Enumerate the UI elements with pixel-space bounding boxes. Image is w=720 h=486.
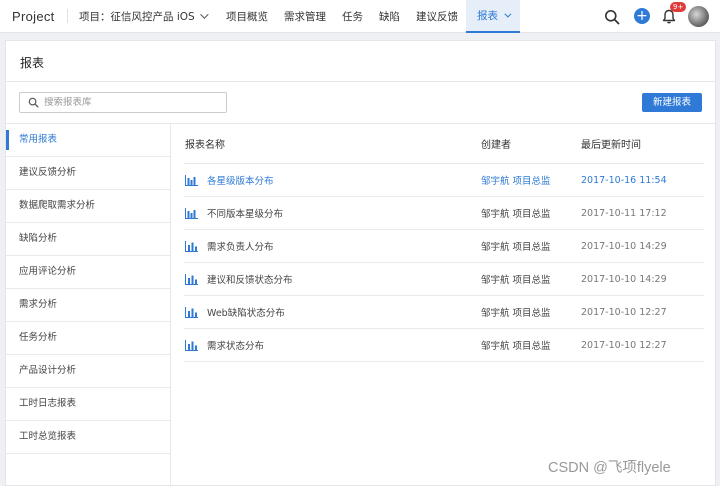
table-row[interactable]: 需求负责人分布 邹宇航 项目总监 2017-10-10 14:29 <box>184 230 704 263</box>
report-category-sidebar: 常用报表 建议反馈分析 数据爬取需求分析 缺陷分析 应用评论分析 需求分析 任务… <box>6 124 171 486</box>
nav-tasks[interactable]: 任务 <box>334 0 371 33</box>
page-title: 报表 <box>20 56 45 70</box>
chevron-down-icon <box>504 10 512 18</box>
sidebar-item-worklog-report[interactable]: 工时日志报表 <box>6 388 170 421</box>
top-navigation-bar: Project 项目：征信风控产品 iOS 项目概览 需求管理 任务 缺陷 建议… <box>0 0 720 33</box>
report-creator: 邹宇航 项目总监 <box>481 275 551 286</box>
bar-chart-icon <box>185 339 198 351</box>
table-row[interactable]: Web缺陷状态分布 邹宇航 项目总监 2017-10-10 12:27 <box>184 296 704 329</box>
report-name[interactable]: 建议和反馈状态分布 <box>207 272 293 286</box>
report-updated-time: 2017-10-10 12:27 <box>581 306 667 318</box>
table-row[interactable]: 建议和反馈状态分布 邹宇航 项目总监 2017-10-10 14:29 <box>184 263 704 296</box>
sidebar-item-work-hours-overview[interactable]: 工时总览报表 <box>6 421 170 454</box>
main-nav: 项目概览 需求管理 任务 缺陷 建议反馈 报表 <box>218 0 520 33</box>
report-updated-time: 2017-10-10 12:27 <box>581 339 667 351</box>
bar-chart-icon <box>185 306 198 318</box>
reports-panel: 报表 新建报表 常用报表 建议反馈分析 数据爬取需求分析 缺陷分析 应用评论分析… <box>5 40 717 486</box>
report-name[interactable]: 不同版本星级分布 <box>207 206 283 220</box>
report-name-cell: 建议和反馈状态分布 <box>184 272 481 286</box>
new-report-button[interactable]: 新建报表 <box>642 93 702 112</box>
notification-badge: 9+ <box>670 2 687 12</box>
report-name-cell: 各星级版本分布 <box>184 173 481 187</box>
report-name[interactable]: 需求状态分布 <box>207 338 264 352</box>
nav-reports[interactable]: 报表 <box>466 0 520 33</box>
report-creator: 邹宇航 项目总监 <box>481 308 551 319</box>
report-updated-time: 2017-10-16 11:54 <box>581 174 667 186</box>
nav-reports-label: 报表 <box>477 9 498 22</box>
search-field[interactable] <box>19 92 227 113</box>
search-icon[interactable] <box>604 9 620 25</box>
report-name[interactable]: Web缺陷状态分布 <box>207 305 285 319</box>
column-header-updated: 最后更新时间 <box>581 140 641 151</box>
nav-defects[interactable]: 缺陷 <box>371 0 408 33</box>
search-icon <box>28 97 39 108</box>
avatar[interactable] <box>688 6 709 27</box>
sidebar-item-app-review-analysis[interactable]: 应用评论分析 <box>6 256 170 289</box>
chevron-down-icon <box>199 10 209 19</box>
reports-table: 报表名称 创建者 最后更新时间 各星级版本分布 邹宇航 项目总监 2017-10… <box>184 124 704 362</box>
sidebar-item-common-reports[interactable]: 常用报表 <box>6 124 170 157</box>
grouped-bar-chart-icon <box>185 207 198 219</box>
column-header-name: 报表名称 <box>185 140 225 151</box>
search-input[interactable] <box>44 97 214 108</box>
add-icon[interactable]: + <box>634 8 650 24</box>
report-name[interactable]: 各星级版本分布 <box>207 173 274 187</box>
report-updated-time: 2017-10-10 14:29 <box>581 273 667 285</box>
project-label: 项目：征信风控产品 iOS <box>79 10 195 23</box>
bar-chart-icon <box>185 273 198 285</box>
table-row[interactable]: 需求状态分布 邹宇航 项目总监 2017-10-10 12:27 <box>184 329 704 362</box>
table-header: 报表名称 创建者 最后更新时间 <box>184 124 704 164</box>
report-name-cell: 不同版本星级分布 <box>184 206 481 220</box>
table-row[interactable]: 各星级版本分布 邹宇航 项目总监 2017-10-16 11:54 <box>184 164 704 197</box>
brand-logo[interactable]: Project <box>0 9 67 24</box>
sidebar-item-defect-analysis[interactable]: 缺陷分析 <box>6 223 170 256</box>
report-name-cell: Web缺陷状态分布 <box>184 305 481 319</box>
sidebar-item-crawl-requirement-analysis[interactable]: 数据爬取需求分析 <box>6 190 170 223</box>
report-creator: 邹宇航 项目总监 <box>481 242 551 253</box>
nav-feedback[interactable]: 建议反馈 <box>408 0 466 33</box>
nav-requirements[interactable]: 需求管理 <box>276 0 334 33</box>
watermark-text: CSDN @飞项flyele <box>548 460 671 476</box>
report-name-cell: 需求负责人分布 <box>184 239 481 253</box>
table-row[interactable]: 不同版本星级分布 邹宇航 项目总监 2017-10-11 17:12 <box>184 197 704 230</box>
report-name[interactable]: 需求负责人分布 <box>207 239 274 253</box>
nav-overview[interactable]: 项目概览 <box>218 0 276 33</box>
report-updated-time: 2017-10-11 17:12 <box>581 207 667 219</box>
sidebar-item-design-analysis[interactable]: 产品设计分析 <box>6 355 170 388</box>
sidebar-item-requirement-analysis[interactable]: 需求分析 <box>6 289 170 322</box>
report-name-cell: 需求状态分布 <box>184 338 481 352</box>
sidebar-item-feedback-analysis[interactable]: 建议反馈分析 <box>6 157 170 190</box>
report-creator: 邹宇航 项目总监 <box>481 341 551 352</box>
grouped-bar-chart-icon <box>185 174 198 186</box>
report-creator: 邹宇航 项目总监 <box>481 209 551 220</box>
bar-chart-icon <box>185 240 198 252</box>
report-updated-time: 2017-10-10 14:29 <box>581 240 667 252</box>
report-creator: 邹宇航 项目总监 <box>481 176 551 187</box>
project-switcher[interactable]: 项目：征信风控产品 iOS <box>68 9 218 24</box>
divider <box>6 81 717 82</box>
sidebar-item-task-analysis[interactable]: 任务分析 <box>6 322 170 355</box>
column-header-creator: 创建者 <box>481 140 511 151</box>
